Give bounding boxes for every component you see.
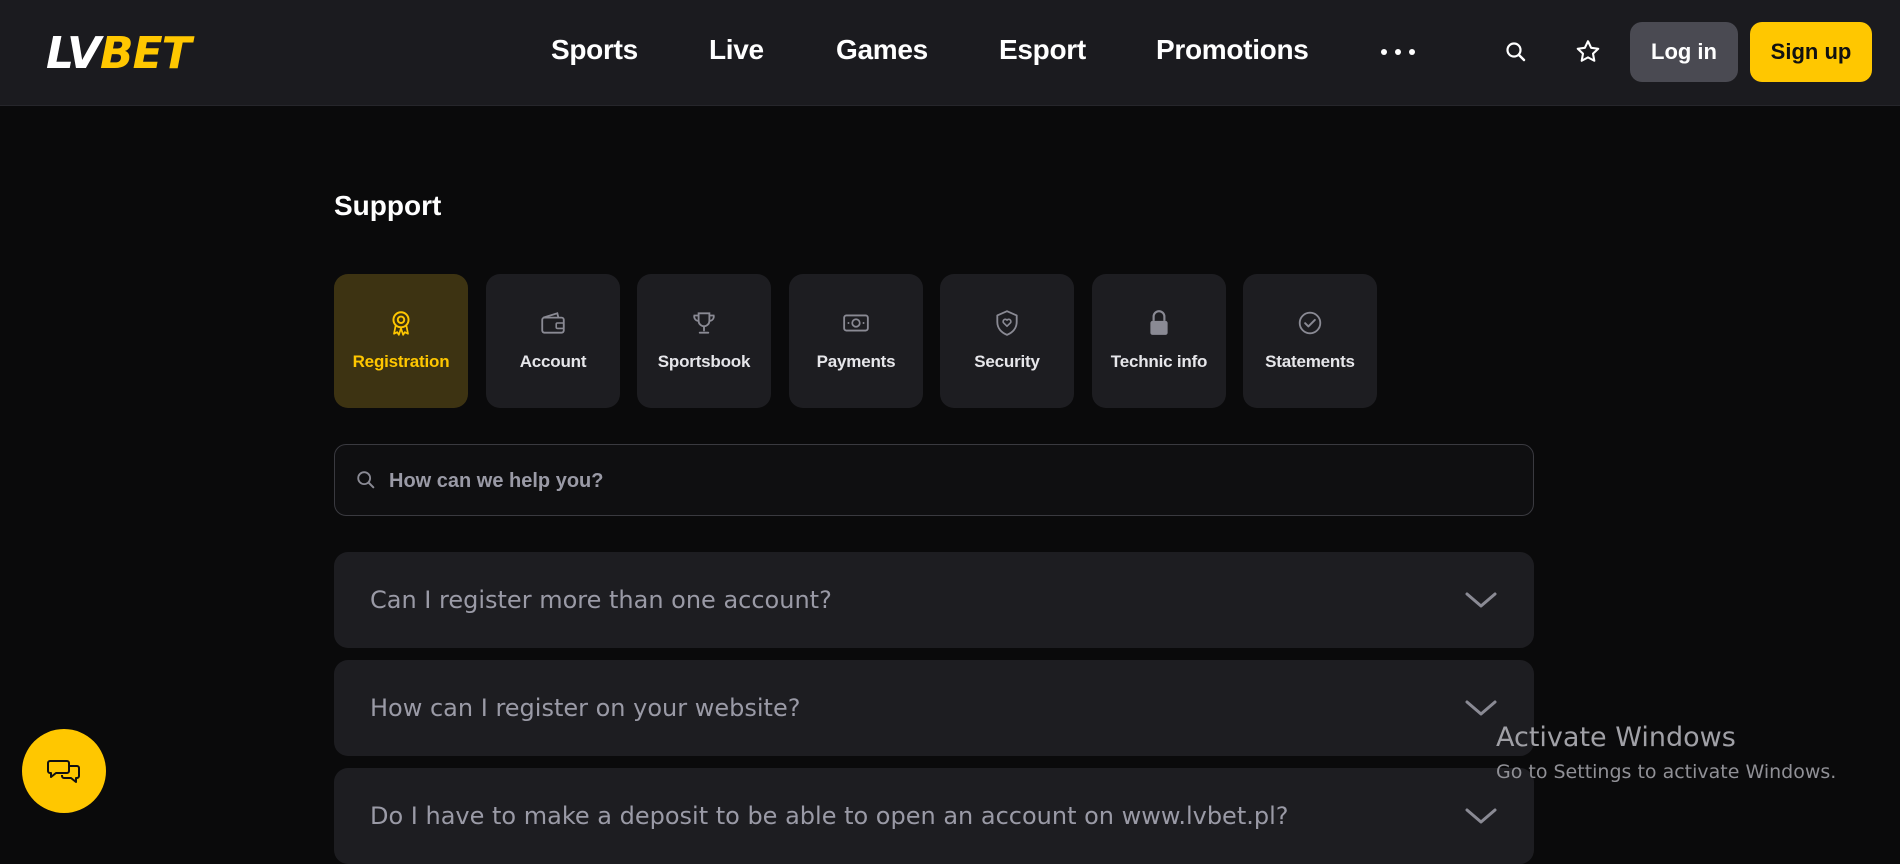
lock-icon: [1144, 308, 1174, 338]
category-payments[interactable]: Payments: [789, 274, 923, 408]
more-menu-icon[interactable]: [1381, 46, 1415, 58]
watermark-title: Activate Windows: [1496, 722, 1736, 753]
category-label: Statements: [1265, 352, 1355, 371]
category-label: Sportsbook: [657, 352, 751, 371]
page-title: Support: [334, 190, 442, 221]
category-account[interactable]: Account: [486, 274, 620, 408]
faq-question: How can I register on your website?: [370, 694, 801, 722]
search-icon: [355, 469, 379, 493]
nav-live[interactable]: Live: [709, 34, 764, 74]
category-technic-info[interactable]: Technic info: [1092, 274, 1226, 408]
help-search: [334, 444, 1534, 516]
chevron-down-icon[interactable]: [1464, 588, 1498, 612]
chat-bubbles-icon: [47, 760, 80, 783]
nav-games[interactable]: Games: [836, 34, 928, 74]
chevron-down-icon[interactable]: [1464, 696, 1498, 720]
category-label: Security: [974, 352, 1040, 371]
login-button[interactable]: Log in: [1630, 22, 1738, 82]
nav-sports[interactable]: Sports: [551, 34, 638, 74]
trophy-icon: [689, 308, 719, 338]
money-icon: [841, 308, 871, 338]
logo-text-lv: LV: [46, 27, 101, 79]
live-chat-button[interactable]: [22, 729, 106, 813]
category-registration[interactable]: Registration: [334, 274, 468, 408]
wallet-icon: [538, 308, 568, 338]
nav-esport[interactable]: Esport: [999, 34, 1086, 74]
star-icon[interactable]: [1572, 36, 1604, 68]
category-label: Registration: [352, 352, 450, 371]
category-label: Technic info: [1110, 352, 1208, 371]
category-label: Account: [519, 352, 587, 371]
check-circle-icon: [1295, 308, 1325, 338]
activate-windows-watermark: Activate Windows Go to Settings to activ…: [1496, 722, 1836, 783]
signup-button[interactable]: Sign up: [1750, 22, 1872, 82]
shield-icon: [992, 308, 1022, 338]
faq-item[interactable]: Do I have to make a deposit to be able t…: [334, 768, 1534, 864]
category-security[interactable]: Security: [940, 274, 1074, 408]
faq-item[interactable]: How can I register on your website?: [334, 660, 1534, 756]
top-header: LV BET Sports Live Games Esport Promotion…: [0, 0, 1900, 106]
badge-icon: [386, 308, 416, 338]
faq-question: Can I register more than one account?: [370, 586, 832, 614]
faq-question: Do I have to make a deposit to be able t…: [370, 802, 1289, 830]
category-label: Payments: [816, 352, 896, 371]
category-sportsbook[interactable]: Sportsbook: [637, 274, 771, 408]
help-search-input[interactable]: [389, 459, 1509, 503]
logo-text-bet: BET: [100, 27, 192, 79]
chevron-down-icon[interactable]: [1464, 804, 1498, 828]
lvbet-logo[interactable]: LV BET: [46, 27, 192, 79]
search-icon[interactable]: [1500, 36, 1532, 68]
category-statements[interactable]: Statements: [1243, 274, 1377, 408]
faq-item[interactable]: Can I register more than one account?: [334, 552, 1534, 648]
nav-promotions[interactable]: Promotions: [1156, 34, 1309, 74]
watermark-subtitle: Go to Settings to activate Windows.: [1496, 761, 1837, 783]
